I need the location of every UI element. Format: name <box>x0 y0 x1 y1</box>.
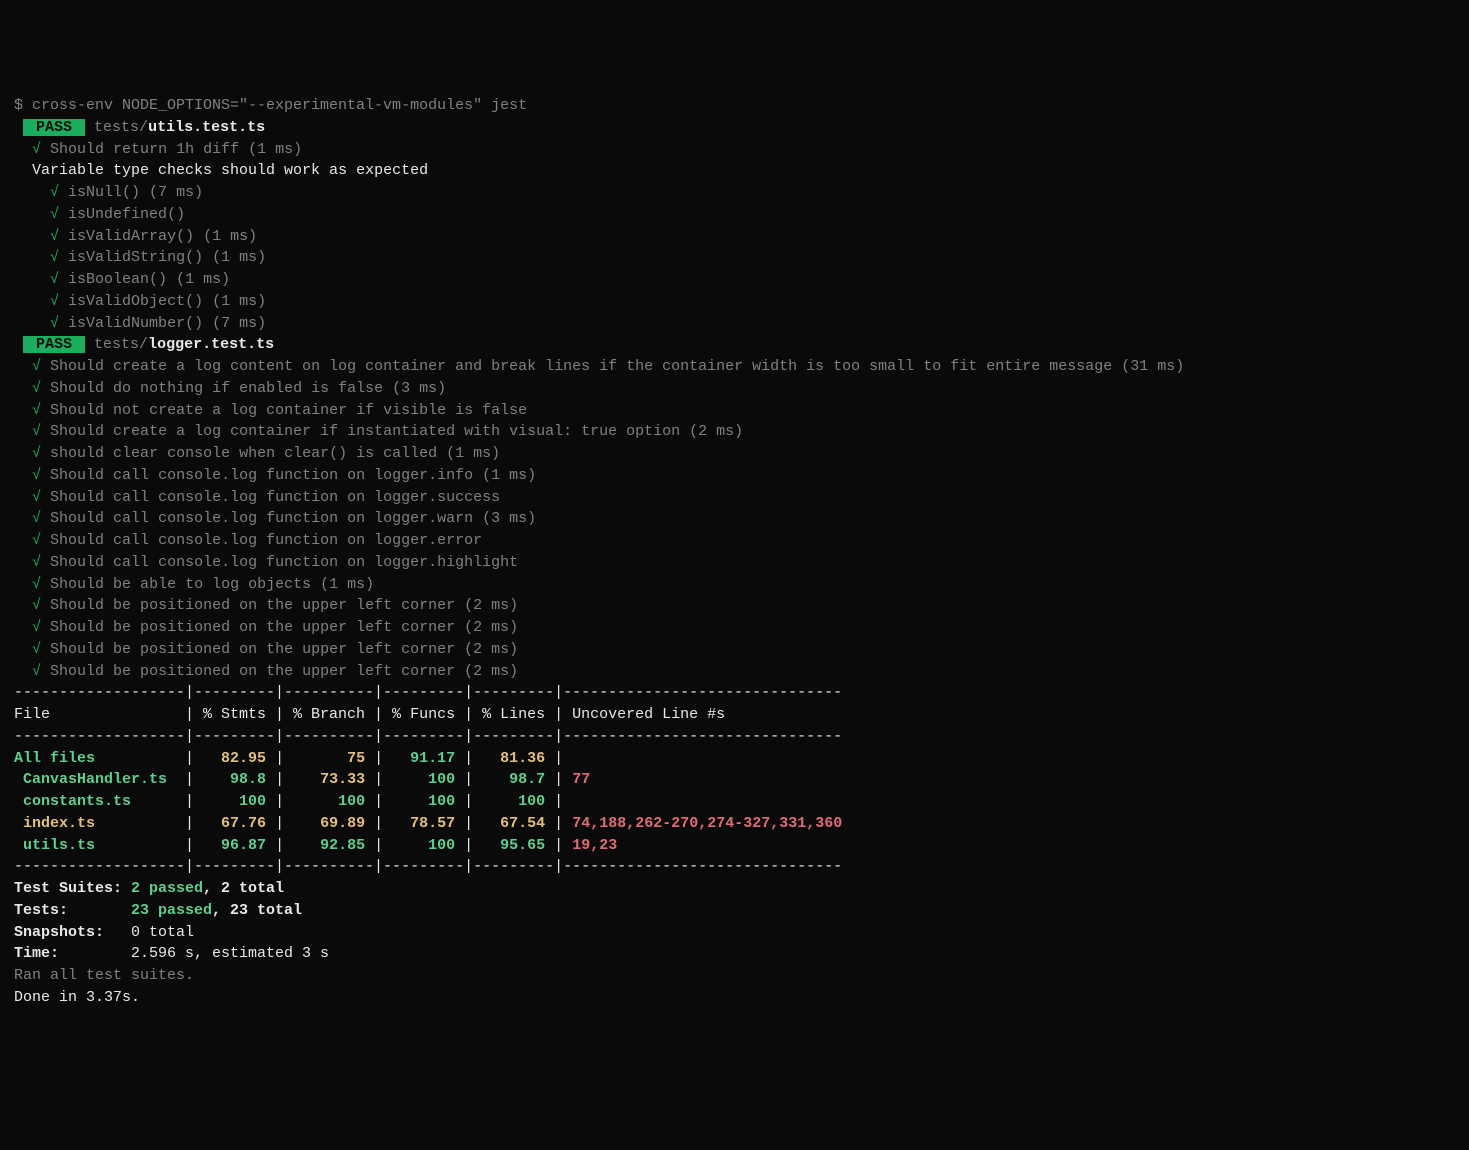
terminal-line: √ isValidArray() (1 ms) <box>14 226 1455 248</box>
terminal-line: PASS tests/utils.test.ts <box>14 117 1455 139</box>
terminal-line: Snapshots: 0 total <box>14 922 1455 944</box>
terminal-line: PASS tests/logger.test.ts <box>14 334 1455 356</box>
terminal-line: √ isUndefined() <box>14 204 1455 226</box>
terminal-line: √ Should do nothing if enabled is false … <box>14 378 1455 400</box>
terminal-line: √ isValidObject() (1 ms) <box>14 291 1455 313</box>
terminal-line: √ Should create a log container if insta… <box>14 421 1455 443</box>
terminal-line: -------------------|---------|----------… <box>14 682 1455 704</box>
terminal-line: -------------------|---------|----------… <box>14 726 1455 748</box>
terminal-line: √ Should be able to log objects (1 ms) <box>14 574 1455 596</box>
terminal-line: √ Should return 1h diff (1 ms) <box>14 139 1455 161</box>
terminal-line: Variable type checks should work as expe… <box>14 160 1455 182</box>
terminal-line: √ isNull() (7 ms) <box>14 182 1455 204</box>
terminal-line: All files | 82.95 | 75 | 91.17 | 81.36 | <box>14 748 1455 770</box>
terminal-line: Time: 2.596 s, estimated 3 s <box>14 943 1455 965</box>
terminal-line: √ isValidString() (1 ms) <box>14 247 1455 269</box>
terminal-line: Done in 3.37s. <box>14 987 1455 1009</box>
terminal-line: √ Should call console.log function on lo… <box>14 508 1455 530</box>
terminal-line: utils.ts | 96.87 | 92.85 | 100 | 95.65 |… <box>14 835 1455 857</box>
terminal-line: √ Should be positioned on the upper left… <box>14 617 1455 639</box>
terminal-line: √ Should create a log content on log con… <box>14 356 1455 378</box>
terminal-line: √ Should not create a log container if v… <box>14 400 1455 422</box>
terminal-line: $ cross-env NODE_OPTIONS="--experimental… <box>14 95 1455 117</box>
terminal-line: √ should clear console when clear() is c… <box>14 443 1455 465</box>
terminal-line: √ Should call console.log function on lo… <box>14 465 1455 487</box>
terminal-line: -------------------|---------|----------… <box>14 856 1455 878</box>
terminal-line: √ isBoolean() (1 ms) <box>14 269 1455 291</box>
terminal-line: √ Should call console.log function on lo… <box>14 552 1455 574</box>
terminal-line: File | % Stmts | % Branch | % Funcs | % … <box>14 704 1455 726</box>
terminal-line: index.ts | 67.76 | 69.89 | 78.57 | 67.54… <box>14 813 1455 835</box>
terminal-line: √ isValidNumber() (7 ms) <box>14 313 1455 335</box>
terminal-line: √ Should be positioned on the upper left… <box>14 661 1455 683</box>
terminal-line: Test Suites: 2 passed, 2 total <box>14 878 1455 900</box>
terminal-line: Ran all test suites. <box>14 965 1455 987</box>
terminal-line: constants.ts | 100 | 100 | 100 | 100 | <box>14 791 1455 813</box>
terminal-output: $ cross-env NODE_OPTIONS="--experimental… <box>14 95 1455 1009</box>
terminal-line: √ Should call console.log function on lo… <box>14 487 1455 509</box>
terminal-line: √ Should be positioned on the upper left… <box>14 639 1455 661</box>
terminal-line: Tests: 23 passed, 23 total <box>14 900 1455 922</box>
terminal-line: √ Should be positioned on the upper left… <box>14 595 1455 617</box>
terminal-line: √ Should call console.log function on lo… <box>14 530 1455 552</box>
terminal-line: CanvasHandler.ts | 98.8 | 73.33 | 100 | … <box>14 769 1455 791</box>
